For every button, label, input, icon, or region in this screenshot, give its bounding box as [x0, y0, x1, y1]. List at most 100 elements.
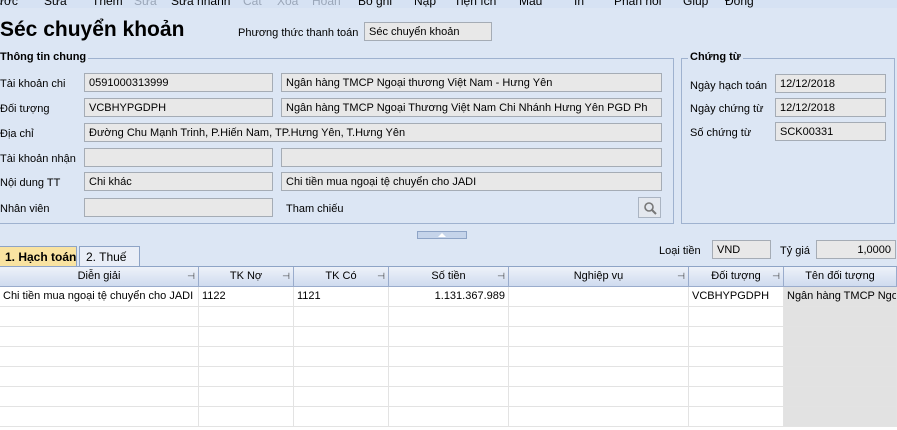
account-in-label: Tài khoản nhận [0, 153, 76, 165]
cell-description[interactable]: Chi tiền mua ngoại tệ chuyển cho JADI [0, 287, 199, 307]
toolbar-item-quick-edit[interactable]: Sửa nhanh [171, 0, 230, 8]
cell-debit[interactable]: 1122 [199, 287, 294, 307]
pin-icon[interactable]: ⊣ [187, 267, 195, 286]
empty-cell[interactable] [0, 407, 199, 427]
column-header-object[interactable]: Đối tượng ⊣ [689, 267, 784, 287]
toolbar-item-template[interactable]: Mẫu [519, 0, 542, 8]
empty-cell[interactable] [294, 327, 389, 347]
empty-cell[interactable] [689, 347, 784, 367]
tab-tax[interactable]: 2. Thuế [79, 246, 140, 266]
empty-cell[interactable] [509, 347, 689, 367]
toolbar-item-unpost[interactable]: Bỏ ghi [358, 0, 392, 8]
toolbar-item-add[interactable]: Thêm [92, 0, 123, 8]
empty-cell[interactable] [199, 327, 294, 347]
empty-cell[interactable] [294, 407, 389, 427]
toolbar-item-prev[interactable]: ước [0, 0, 18, 8]
empty-cell[interactable] [0, 307, 199, 327]
empty-cell[interactable] [689, 307, 784, 327]
voucher-date-field[interactable]: 12/12/2018 [775, 98, 886, 117]
currency-select[interactable]: VND [712, 240, 771, 259]
empty-cell[interactable] [509, 387, 689, 407]
empty-cell[interactable] [509, 367, 689, 387]
account-in-bank-field[interactable] [281, 148, 662, 167]
toolbar-item-postpone[interactable]: Hoãn [312, 0, 341, 8]
empty-cell[interactable] [389, 327, 509, 347]
toolbar-item-utilities[interactable]: Tiện ích [454, 0, 496, 8]
empty-cell[interactable] [294, 347, 389, 367]
column-header-description[interactable]: Diễn giải ⊣ [0, 267, 199, 287]
toolbar-item-feedback[interactable]: Phản hồi [614, 0, 661, 8]
account-out-label: Tài khoản chi [0, 78, 66, 90]
empty-cell[interactable] [689, 387, 784, 407]
cell-object[interactable]: VCBHYPGDPH [689, 287, 784, 307]
tab-accounting[interactable]: 1. Hạch toán [0, 246, 77, 266]
column-header-operation[interactable]: Nghiệp vụ ⊣ [509, 267, 689, 287]
address-field[interactable]: Đường Chu Mạnh Trinh, P.Hiến Nam, TP.Hưn… [84, 123, 662, 142]
empty-cell[interactable] [199, 407, 294, 427]
toolbar-item-close[interactable]: Đóng [725, 0, 754, 8]
payment-method-select[interactable]: Séc chuyển khoản [364, 22, 492, 41]
empty-cell[interactable] [0, 347, 199, 367]
cell-operation[interactable] [509, 287, 689, 307]
column-header-credit[interactable]: TK Có ⊣ [294, 267, 389, 287]
account-in-field[interactable] [84, 148, 273, 167]
object-label: Đối tượng [0, 103, 50, 115]
voucher-no-field[interactable]: SCK00331 [775, 122, 886, 141]
toolbar-item-help[interactable]: Giúp [683, 0, 708, 8]
pin-icon[interactable]: ⊣ [677, 267, 685, 286]
empty-cell[interactable] [509, 327, 689, 347]
empty-cell[interactable] [0, 327, 199, 347]
column-header-label: TK Có [325, 270, 357, 282]
posting-date-field[interactable]: 12/12/2018 [775, 74, 886, 93]
account-out-bank-field[interactable]: Ngân hàng TMCP Ngoại thương Việt Nam - H… [281, 73, 662, 92]
toolbar-item-edit[interactable]: Sửa [134, 0, 157, 8]
empty-cell[interactable] [689, 367, 784, 387]
empty-cell[interactable] [509, 307, 689, 327]
toolbar-item-print[interactable]: In [574, 0, 584, 8]
toolbar-item-delete[interactable]: Xóa [277, 0, 298, 8]
empty-cell[interactable] [0, 387, 199, 407]
empty-cell[interactable] [689, 327, 784, 347]
empty-cell[interactable] [0, 367, 199, 387]
content-text-field[interactable]: Chi tiền mua ngoại tệ chuyển cho JADI [281, 172, 662, 191]
pin-icon[interactable]: ⊣ [497, 267, 505, 286]
column-header-object-name[interactable]: Tên đối tượng [784, 267, 897, 287]
column-header-label: Diễn giải [77, 270, 121, 282]
toolbar-item-load[interactable]: Nạp [414, 0, 436, 8]
collapse-handle[interactable] [417, 231, 467, 239]
empty-cell[interactable] [389, 347, 509, 367]
currency-label: Loại tiền [659, 245, 701, 257]
empty-cell[interactable] [199, 387, 294, 407]
object-field[interactable]: VCBHYPGDPH [84, 98, 273, 117]
account-out-field[interactable]: 0591000313999 [84, 73, 273, 92]
cell-amount[interactable]: 1.131.367.989 [389, 287, 509, 307]
content-field[interactable]: Chi khác [84, 172, 273, 191]
rate-field[interactable]: 1,0000 [816, 240, 896, 259]
staff-label: Nhân viên [0, 203, 50, 215]
empty-cell[interactable] [389, 407, 509, 427]
empty-cell[interactable] [199, 307, 294, 327]
empty-cell[interactable] [294, 367, 389, 387]
empty-cell[interactable] [294, 387, 389, 407]
pin-icon[interactable]: ⊣ [282, 267, 290, 286]
empty-cell[interactable] [199, 367, 294, 387]
column-header-debit[interactable]: TK Nợ ⊣ [199, 267, 294, 287]
toolbar: ước Sửa Thêm Sửa Sửa nhanh Cất Xóa Hoãn … [0, 0, 897, 8]
pin-icon[interactable]: ⊣ [772, 267, 780, 286]
reference-lookup-button[interactable] [638, 197, 661, 218]
staff-field[interactable] [84, 198, 273, 217]
empty-cell[interactable] [509, 407, 689, 427]
object-name-field[interactable]: Ngân hàng TMCP Ngoại Thương Việt Nam Chi… [281, 98, 662, 117]
toolbar-item-next[interactable]: Sửa [44, 0, 67, 8]
empty-cell [784, 307, 897, 327]
column-header-amount[interactable]: Số tiền ⊣ [389, 267, 509, 287]
cell-credit[interactable]: 1121 [294, 287, 389, 307]
pin-icon[interactable]: ⊣ [377, 267, 385, 286]
empty-cell[interactable] [389, 367, 509, 387]
toolbar-item-save[interactable]: Cất [243, 0, 262, 8]
empty-cell[interactable] [294, 307, 389, 327]
empty-cell[interactable] [389, 307, 509, 327]
empty-cell[interactable] [689, 407, 784, 427]
empty-cell[interactable] [389, 387, 509, 407]
empty-cell[interactable] [199, 347, 294, 367]
